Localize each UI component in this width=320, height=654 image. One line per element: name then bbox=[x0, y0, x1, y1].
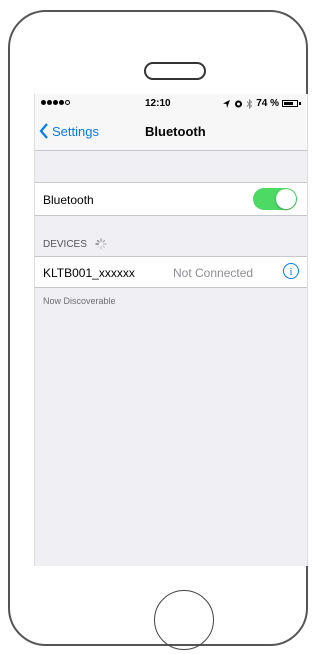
toggle-knob bbox=[276, 189, 296, 209]
back-button[interactable]: Settings bbox=[39, 123, 99, 139]
bluetooth-toggle[interactable] bbox=[253, 188, 297, 210]
battery-icon bbox=[282, 100, 298, 107]
home-button[interactable] bbox=[154, 590, 214, 650]
device-status: Not Connected bbox=[173, 266, 254, 280]
devices-section-header: DEVICES bbox=[43, 238, 107, 250]
screen: 12:10 74 % Settings Bluetooth Bluetooth … bbox=[34, 94, 308, 566]
device-name: KLTB001_xxxxxx bbox=[43, 266, 135, 280]
page-title: Bluetooth bbox=[145, 124, 206, 139]
discoverable-status: Now Discoverable bbox=[43, 296, 116, 306]
alarm-icon bbox=[235, 100, 243, 108]
status-time: 12:10 bbox=[145, 98, 171, 109]
bluetooth-setting-row: Bluetooth bbox=[35, 182, 307, 216]
chevron-left-icon bbox=[39, 123, 48, 139]
location-icon bbox=[223, 99, 231, 108]
signal-dots-icon bbox=[41, 100, 70, 105]
loading-spinner-icon bbox=[95, 238, 107, 250]
bluetooth-label: Bluetooth bbox=[43, 193, 94, 207]
info-icon[interactable]: i bbox=[283, 263, 299, 279]
battery-percent: 74 % bbox=[256, 98, 279, 109]
navigation-bar: Settings Bluetooth bbox=[35, 114, 307, 151]
status-bar: 12:10 74 % bbox=[35, 94, 307, 114]
back-label: Settings bbox=[52, 123, 99, 139]
devices-header-label: DEVICES bbox=[43, 238, 87, 250]
device-row[interactable]: KLTB001_xxxxxx Not Connected i bbox=[35, 256, 307, 288]
bluetooth-icon bbox=[246, 98, 253, 109]
speaker-grille bbox=[144, 62, 206, 80]
status-right: 74 % bbox=[223, 98, 301, 109]
battery-tip bbox=[299, 102, 301, 105]
